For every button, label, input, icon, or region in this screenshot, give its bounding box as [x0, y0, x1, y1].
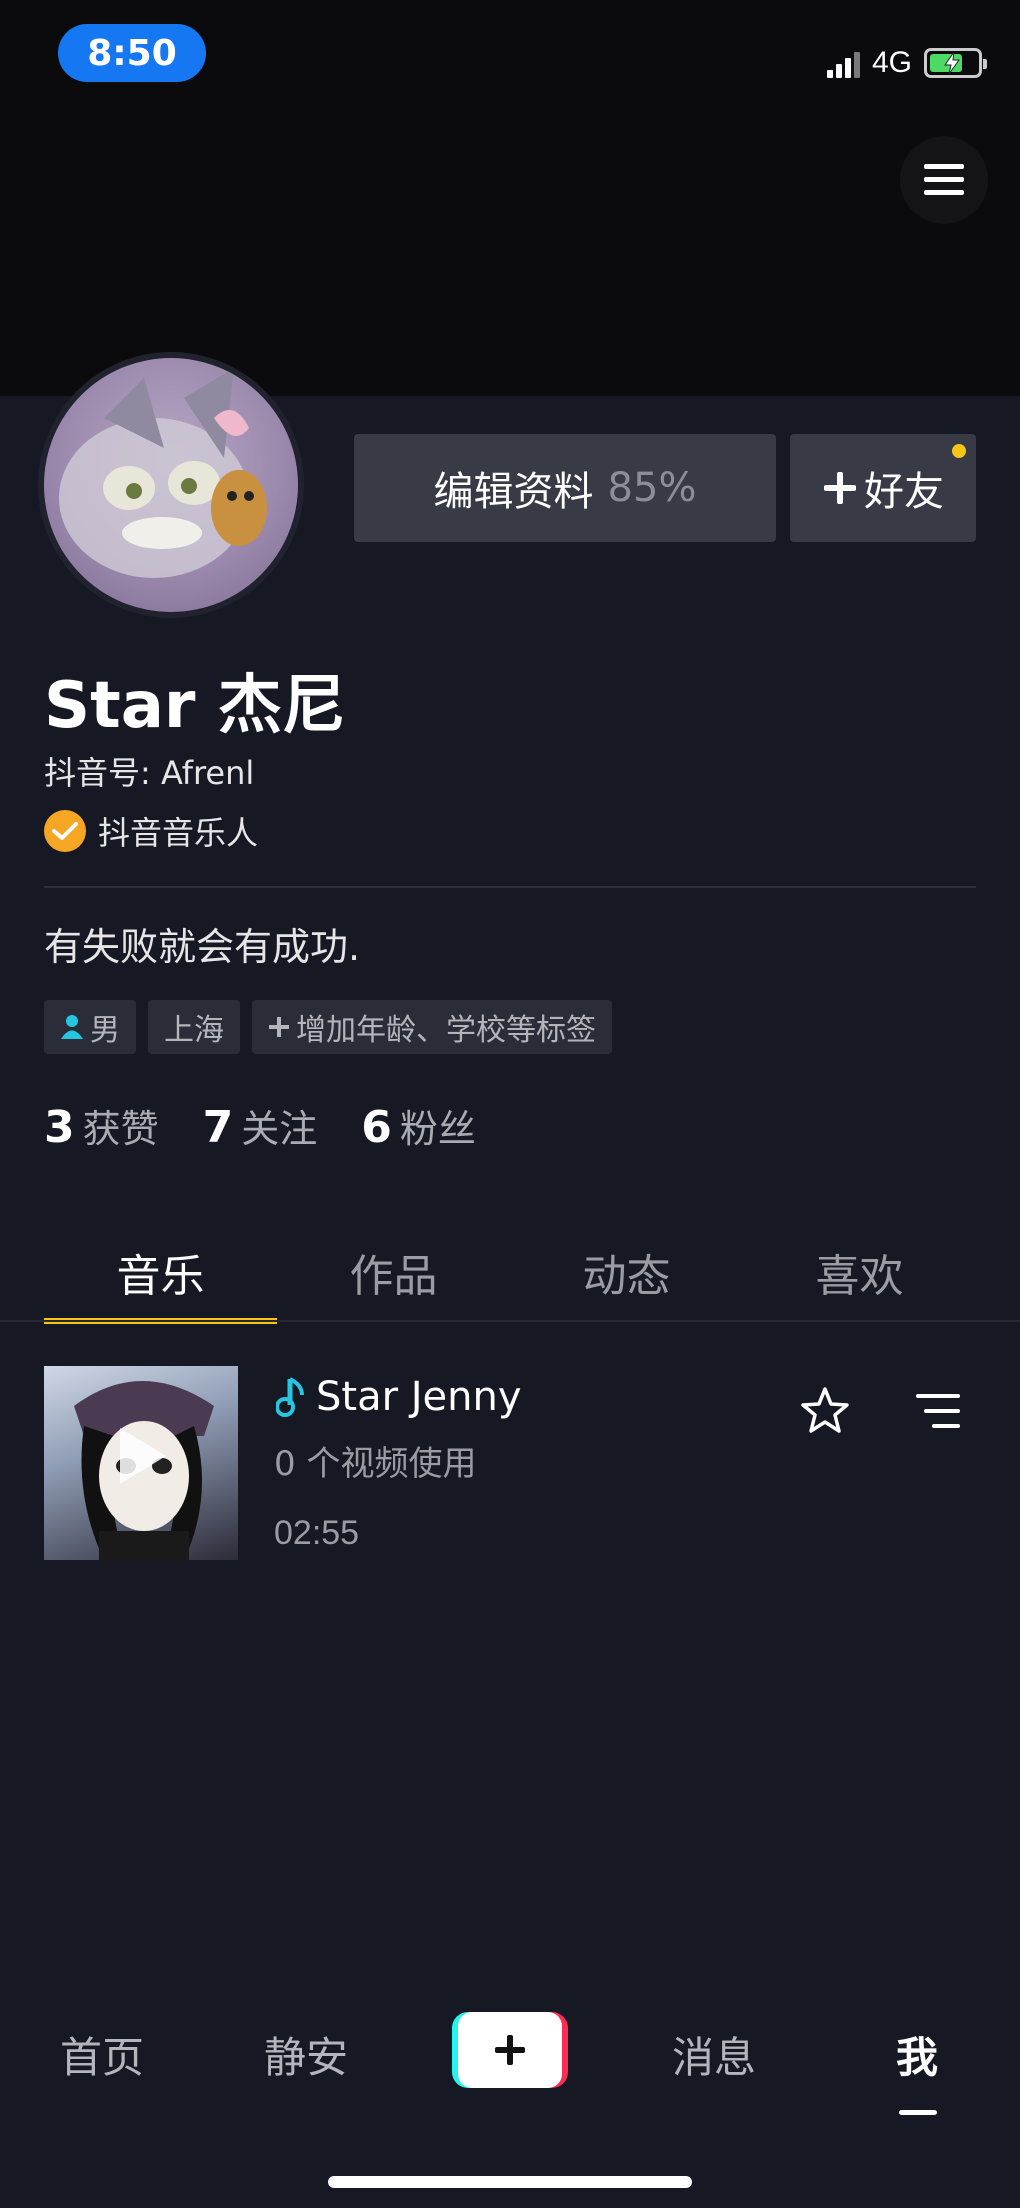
profile-completion: 85% — [607, 465, 697, 511]
track-duration: 02:55 — [274, 1514, 360, 1552]
gender-tag[interactable]: 男 — [44, 1000, 136, 1054]
track-usage-count: 0 个视频使用 — [274, 1444, 477, 1484]
city-label: 上海 — [164, 1013, 224, 1048]
likes-label: 获赞 — [82, 1107, 159, 1151]
plus-icon — [495, 2035, 525, 2065]
followers-count: 6 — [361, 1102, 392, 1153]
edit-profile-button[interactable]: 编辑资料 85% — [354, 434, 776, 542]
favorite-star-icon[interactable] — [800, 1386, 850, 1434]
nav-me[interactable]: 我 — [896, 2024, 938, 2085]
edit-profile-label: 编辑资料 — [433, 469, 594, 515]
musician-badge[interactable]: 抖音音乐人 — [44, 808, 258, 854]
active-indicator — [899, 2110, 937, 2115]
following-stat[interactable]: 7 关注 — [203, 1098, 318, 1153]
play-icon — [120, 1428, 166, 1484]
home-indicator[interactable] — [328, 2176, 692, 2188]
hamburger-menu-icon — [924, 164, 964, 195]
tabs-divider — [0, 1320, 1020, 1322]
musician-badge-label: 抖音音乐人 — [98, 814, 259, 852]
list-item[interactable]: Star Jenny 0 个视频使用 02:55 — [44, 1366, 976, 1562]
track-title: Star Jenny — [316, 1374, 522, 1420]
nav-home[interactable]: 首页 — [60, 2024, 144, 2085]
tab-works[interactable]: 作品 — [277, 1230, 510, 1322]
status-time: 8:50 — [58, 24, 206, 82]
tab-music[interactable]: 音乐 — [44, 1230, 277, 1324]
verified-check-icon — [44, 810, 86, 852]
city-tag[interactable]: 上海 — [148, 1000, 240, 1054]
following-count: 7 — [202, 1102, 234, 1153]
track-title-row: Star Jenny — [276, 1374, 522, 1420]
signal-icon — [826, 48, 860, 78]
plus-icon — [824, 472, 856, 504]
avatar-image — [44, 358, 298, 612]
tab-moments[interactable]: 动态 — [510, 1230, 743, 1322]
profile-stats: 3 获赞 7 关注 6 粉丝 — [44, 1098, 476, 1153]
track-cover-image[interactable] — [44, 1366, 238, 1560]
menu-button[interactable] — [900, 136, 988, 224]
avatar[interactable] — [38, 352, 304, 618]
network-type: 4G — [871, 46, 912, 79]
battery-icon — [924, 48, 987, 78]
nav-location[interactable]: 静安 — [264, 2024, 348, 2085]
add-friend-label: 好友 — [864, 469, 944, 515]
likes-count: 3 — [44, 1102, 75, 1153]
person-icon — [61, 1015, 83, 1039]
nav-messages[interactable]: 消息 — [672, 2024, 756, 2085]
profile-tags: 男 上海 增加年龄、学校等标签 — [44, 1000, 612, 1054]
douyin-id: 抖音号: Afrenl — [44, 754, 255, 792]
playlist-icon[interactable] — [914, 1392, 962, 1430]
add-friend-button[interactable]: 好友 — [790, 434, 976, 542]
profile-bio: 有失败就会有成功. — [44, 925, 361, 969]
create-button[interactable] — [452, 2012, 568, 2088]
divider — [44, 886, 976, 888]
likes-stat[interactable]: 3 获赞 — [44, 1098, 159, 1153]
bottom-nav: 首页 静安 消息 我 — [0, 1984, 1020, 2208]
followers-stat[interactable]: 6 粉丝 — [361, 1098, 476, 1153]
content-tabs: 音乐 作品 动态 喜欢 — [44, 1230, 976, 1324]
notification-dot — [952, 444, 966, 458]
tab-likes[interactable]: 喜欢 — [743, 1230, 976, 1322]
add-tag-button[interactable]: 增加年龄、学校等标签 — [252, 1000, 612, 1054]
status-indicators: 4G — [826, 40, 987, 86]
music-note-icon — [276, 1377, 304, 1417]
gender-label: 男 — [90, 1013, 120, 1048]
add-tag-label: 增加年龄、学校等标签 — [296, 1013, 596, 1048]
following-label: 关注 — [241, 1107, 318, 1151]
plus-icon — [269, 1017, 289, 1037]
followers-label: 粉丝 — [399, 1107, 476, 1151]
profile-name: Star 杰尼 — [44, 669, 346, 743]
